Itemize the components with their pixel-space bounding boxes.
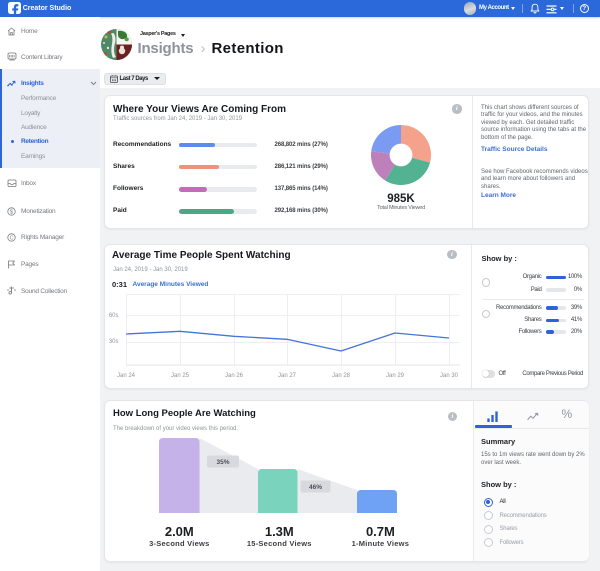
svg-text:35%: 35% [216, 459, 229, 466]
svg-text:$: $ [10, 209, 13, 215]
svg-text:46%: 46% [309, 484, 322, 491]
svg-text:C: C [10, 235, 14, 241]
